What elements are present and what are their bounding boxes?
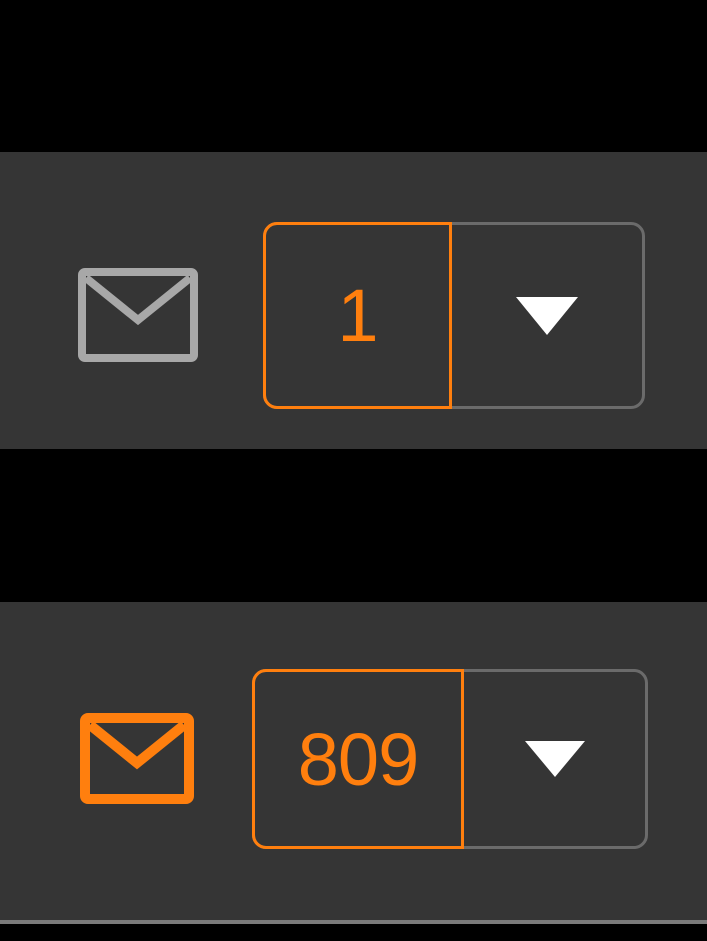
envelope-icon[interactable] [78, 268, 198, 362]
mail-counter-bar-active: 809 [0, 602, 707, 924]
mail-count-label: 1 [337, 274, 378, 357]
mail-count-button[interactable]: 1 [263, 222, 452, 409]
triangle-down-icon [516, 296, 578, 335]
mail-count-button[interactable]: 809 [252, 669, 464, 849]
mail-count-split-button[interactable]: 1 [263, 222, 645, 409]
mail-dropdown-button[interactable] [464, 672, 645, 846]
triangle-down-icon [524, 741, 585, 777]
envelope-icon[interactable] [80, 713, 194, 804]
mail-counter-bar-inactive: 1 [0, 152, 707, 449]
mail-count-split-button[interactable]: 809 [252, 669, 648, 849]
mail-count-label: 809 [297, 717, 419, 801]
mail-dropdown-button[interactable] [452, 225, 642, 406]
